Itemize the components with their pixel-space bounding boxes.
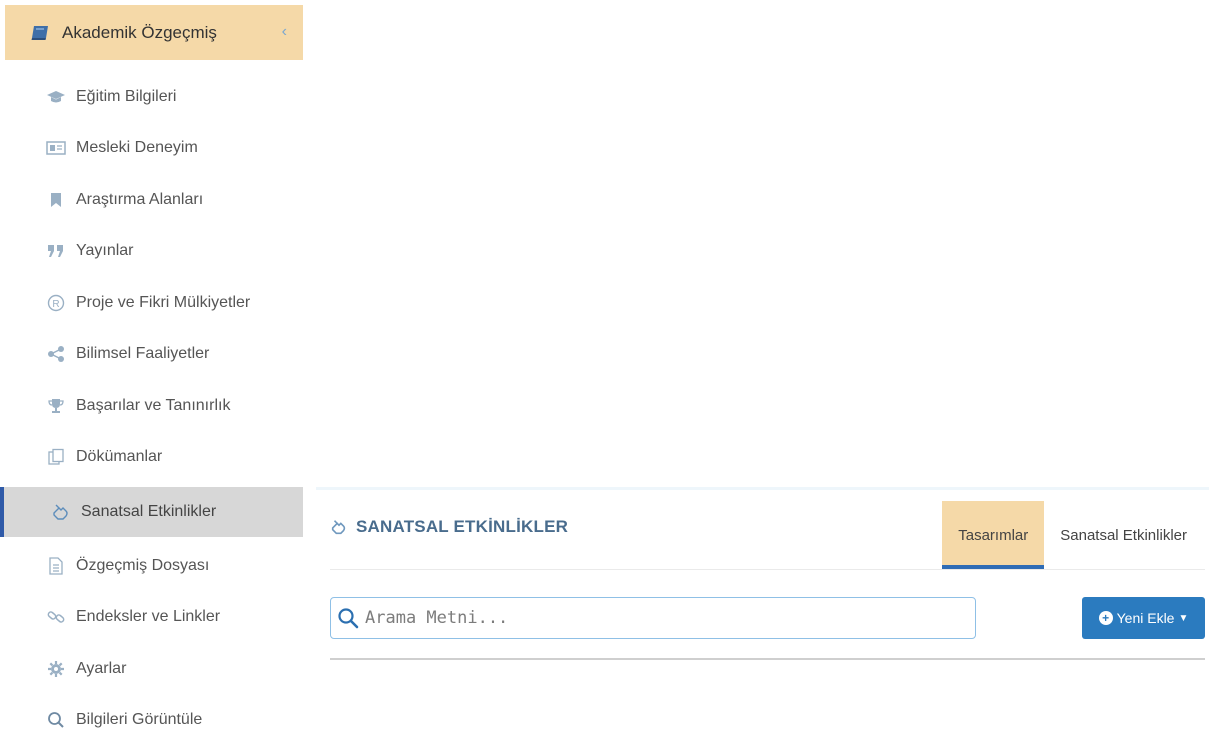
sidebar-item-label: Araştırma Alanları (76, 191, 204, 208)
sidebar-item-basarilar-ve-taninirlik[interactable]: Başarılar ve Tanınırlık (0, 381, 303, 431)
sidebar: Akademik Özgeçmiş ‹ Eğitim Bilgileri Mes… (0, 0, 303, 738)
gear-icon (45, 659, 67, 679)
sidebar-item-mesleki-deneyim[interactable]: Mesleki Deneyim (0, 123, 303, 173)
sidebar-item-label: Bilgileri Görüntüle (76, 711, 203, 728)
search-icon (337, 607, 359, 629)
results-divider (330, 658, 1205, 660)
panel-divider (330, 569, 1205, 570)
sidebar-item-sanatsal-etkinlikler[interactable]: Sanatsal Etkinlikler (0, 487, 303, 537)
sidebar-item-label: Eğitim Bilgileri (76, 88, 177, 105)
sidebar-item-proje-ve-fikri-mulkiyetler[interactable]: R Proje ve Fikri Mülkiyetler (0, 278, 303, 328)
sidebar-item-label: Ayarlar (76, 660, 127, 677)
book-icon (30, 24, 52, 42)
registered-icon: R (45, 293, 67, 313)
share-icon (45, 344, 67, 364)
search-icon (45, 710, 67, 730)
sidebar-item-label: Mesleki Deneyim (76, 139, 198, 156)
add-new-button[interactable]: + Yeni Ekle ▼ (1082, 597, 1205, 639)
tab-tasarimlar[interactable]: Tasarımlar (942, 501, 1045, 569)
quote-icon (45, 241, 67, 261)
svg-text:R: R (52, 299, 59, 310)
sidebar-item-dokumanlar[interactable]: Dökümanlar (0, 432, 303, 482)
sidebar-item-endeksler-ve-linkler[interactable]: Endeksler ve Linkler (0, 592, 303, 642)
collapse-chevron-icon[interactable]: ‹ (282, 23, 287, 41)
sidebar-item-label: Özgeçmiş Dosyası (76, 557, 210, 574)
sidebar-item-label: Proje ve Fikri Mülkiyetler (76, 294, 251, 311)
sidebar-item-ozgecmis-dosyasi[interactable]: Özgeçmiş Dosyası (0, 541, 303, 591)
caret-down-icon: ▼ (1178, 612, 1189, 624)
search-input[interactable] (365, 608, 955, 628)
id-card-icon (45, 138, 67, 158)
documents-icon (45, 447, 67, 467)
page-title-text: SANATSAL ETKİNLİKLER (356, 517, 569, 536)
plus-circle-icon: + (1098, 611, 1113, 625)
link-icon (45, 607, 67, 627)
panel-top-border (316, 487, 1209, 490)
sidebar-item-label: Endeksler ve Linkler (76, 608, 221, 625)
tab-sanatsal-etkinlikler[interactable]: Sanatsal Etkinlikler (1044, 501, 1203, 569)
sidebar-item-arastirma-alanlari[interactable]: Araştırma Alanları (0, 175, 303, 225)
add-new-label: Yeni Ekle (1116, 610, 1175, 626)
graduation-cap-icon (45, 87, 67, 107)
sidebar-item-egitim-bilgileri[interactable]: Eğitim Bilgileri (0, 72, 303, 122)
pointing-hand-icon (330, 518, 348, 536)
sidebar-header-akademik-ozgecmis[interactable]: Akademik Özgeçmiş ‹ (5, 5, 303, 60)
sidebar-item-bilimsel-faaliyetler[interactable]: Bilimsel Faaliyetler (0, 329, 303, 379)
sidebar-item-label: Bilimsel Faaliyetler (76, 345, 210, 362)
file-text-icon (45, 556, 67, 576)
sidebar-item-yayinlar[interactable]: Yayınlar (0, 226, 303, 276)
sidebar-item-label: Sanatsal Etkinlikler (81, 503, 217, 520)
bookmark-icon (45, 190, 67, 210)
sidebar-item-label: Dökümanlar (76, 448, 163, 465)
sidebar-item-bilgileri-goruntule[interactable]: Bilgileri Görüntüle (0, 695, 303, 738)
page-title: SANATSAL ETKİNLİKLER (330, 517, 568, 537)
sidebar-item-label: Yayınlar (76, 242, 134, 259)
sidebar-item-ayarlar[interactable]: Ayarlar (0, 644, 303, 694)
search-box (330, 597, 976, 639)
panel-tabs: Tasarımlar Sanatsal Etkinlikler (942, 501, 1203, 569)
artistic-activities-panel: SANATSAL ETKİNLİKLER Tasarımlar Sanatsal… (316, 487, 1209, 738)
sidebar-header-label: Akademik Özgeçmiş (62, 22, 217, 42)
pointing-hand-icon (50, 502, 72, 522)
trophy-icon (45, 396, 67, 416)
sidebar-item-label: Başarılar ve Tanınırlık (76, 397, 231, 414)
